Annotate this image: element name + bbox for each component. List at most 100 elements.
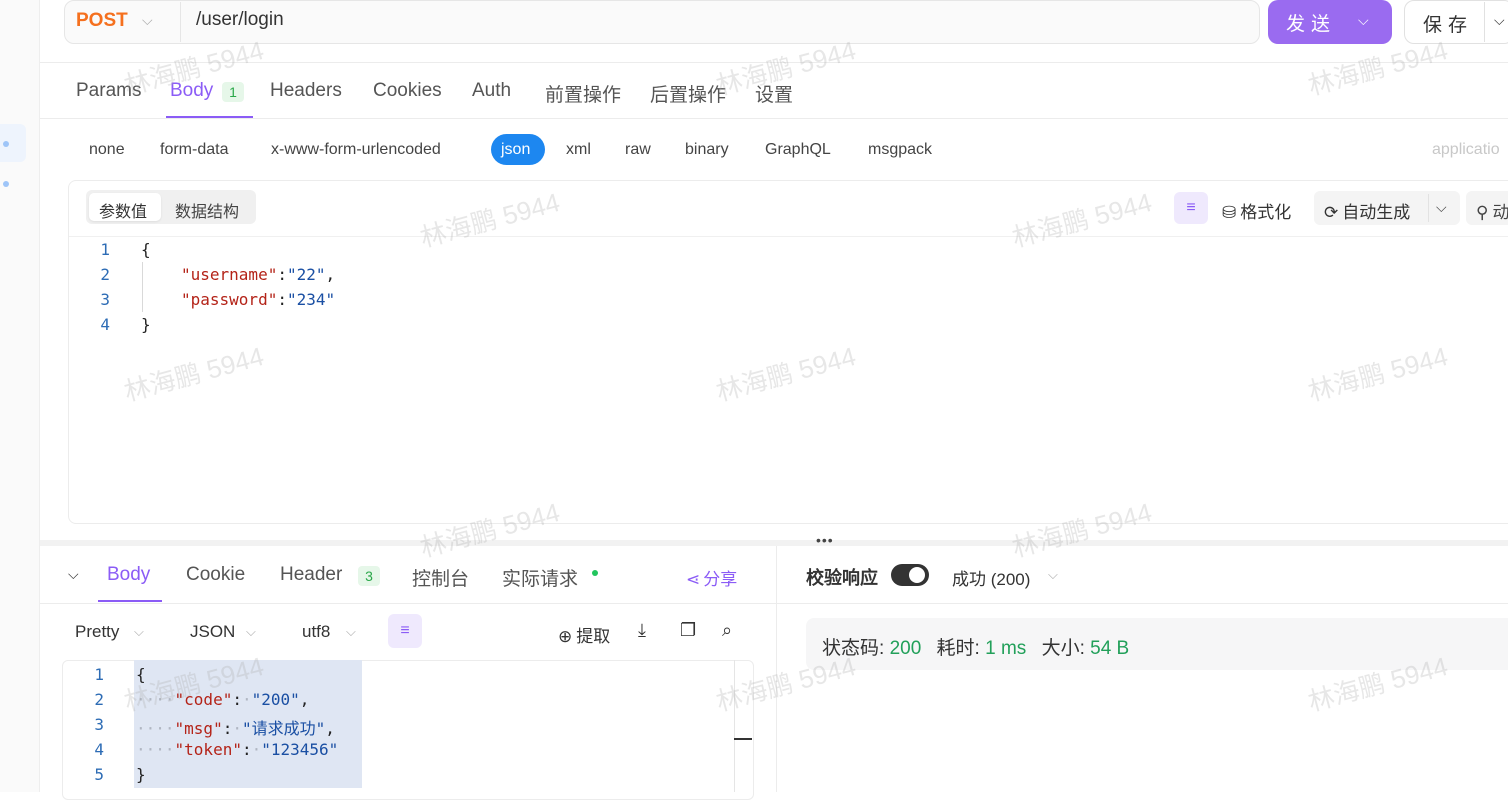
request-body-editor[interactable]: [68, 180, 1508, 524]
divider: [1484, 2, 1485, 42]
scrollbar[interactable]: [734, 660, 735, 792]
verify-result-select[interactable]: 成功 (200): [952, 565, 1030, 590]
wrap-lines-icon[interactable]: ≡: [388, 614, 422, 648]
chevron-down-icon[interactable]: ⌵: [1358, 12, 1369, 29]
method-select[interactable]: POST: [76, 10, 128, 32]
code-line: "password":"234": [181, 290, 336, 309]
json-value: "22": [286, 265, 326, 284]
upload-circle-icon: ⊕: [558, 627, 573, 646]
drag-handle-icon[interactable]: •••: [816, 532, 834, 548]
body-type-binary[interactable]: binary: [685, 141, 729, 159]
json-key: "username": [181, 265, 278, 284]
divider: [69, 236, 1508, 237]
json-key: "code": [174, 690, 233, 709]
header-count-badge: 3: [358, 566, 380, 586]
indent-guide: [142, 262, 143, 312]
dynamic-label: 动: [1492, 203, 1508, 222]
autogen-label: 自动生成: [1342, 203, 1411, 222]
size-value: 54 B: [1090, 638, 1130, 659]
chevron-down-icon[interactable]: ⌵: [1494, 12, 1505, 29]
tab-post-ops[interactable]: 后置操作: [650, 80, 726, 107]
panel-splitter[interactable]: [40, 540, 1508, 546]
response-tab-console[interactable]: 控制台: [412, 564, 469, 591]
toggle-knob[interactable]: [909, 567, 925, 583]
json-value: "请求成功": [241, 719, 326, 738]
send-button[interactable]: 发送: [1268, 0, 1392, 44]
body-type-form-data[interactable]: form-data: [160, 141, 228, 159]
response-tab-body[interactable]: Body: [107, 564, 150, 586]
code-line: ····"token":·"123456": [136, 740, 339, 759]
json-key: "password": [181, 290, 278, 309]
code-line: "username":"22",: [181, 265, 336, 284]
body-type-raw[interactable]: raw: [625, 141, 651, 159]
body-type-xml[interactable]: xml: [566, 141, 591, 159]
search-icon[interactable]: ⌕: [722, 620, 732, 641]
chevron-down-icon[interactable]: ⌵: [1436, 199, 1447, 216]
chevron-down-icon[interactable]: ⌵: [142, 12, 153, 29]
chevron-down-icon[interactable]: ⌵: [134, 624, 144, 640]
line-number: 4: [94, 740, 104, 759]
rail-dot-icon: [3, 141, 9, 147]
tab-headers[interactable]: Headers: [270, 80, 342, 102]
response-tab-header[interactable]: Header: [280, 564, 342, 586]
json-value: "200": [251, 690, 300, 709]
extract-button[interactable]: ⊕ 提取: [558, 622, 610, 647]
language-select[interactable]: JSON: [190, 622, 235, 642]
body-type-msgpack[interactable]: msgpack: [868, 141, 932, 159]
refresh-icon: ⟳: [1324, 203, 1339, 222]
segment-schema[interactable]: 数据结构: [175, 198, 239, 222]
body-type-urlencoded[interactable]: x-www-form-urlencoded: [271, 141, 441, 159]
encoding-select[interactable]: utf8: [302, 622, 330, 642]
chevron-down-icon[interactable]: ⌵: [346, 624, 356, 640]
divider: [777, 603, 1508, 604]
pretty-select[interactable]: Pretty: [75, 622, 119, 642]
save-button[interactable]: 保存: [1404, 0, 1508, 44]
response-tab-cookie[interactable]: Cookie: [186, 564, 245, 586]
share-button[interactable]: ⋖ 分享: [686, 565, 737, 590]
tab-params[interactable]: Params: [76, 80, 141, 102]
time-value: 1 ms: [985, 638, 1027, 659]
code-line: {: [141, 240, 151, 259]
vertical-splitter[interactable]: [776, 546, 777, 792]
scroll-position-marker[interactable]: [734, 738, 752, 740]
dynamic-value-button[interactable]: ⚲ 动: [1476, 198, 1508, 223]
autogen-button[interactable]: ⟳ 自动生成: [1324, 198, 1410, 223]
code-line: }: [141, 315, 151, 334]
code-line: }: [136, 765, 146, 784]
copy-icon[interactable]: ❐: [680, 620, 696, 641]
line-number: 1: [100, 240, 110, 259]
tab-pre-ops[interactable]: 前置操作: [545, 80, 621, 107]
chevron-down-icon[interactable]: ⌵: [1048, 567, 1058, 583]
body-type-none[interactable]: none: [89, 141, 125, 159]
response-tab-actual-request[interactable]: 实际请求: [502, 564, 578, 591]
json-key: "msg": [174, 719, 223, 738]
wrap-lines-icon[interactable]: ≡: [1174, 192, 1208, 224]
tab-settings[interactable]: 设置: [755, 80, 793, 107]
wand-icon: ⚲: [1476, 203, 1489, 222]
code-line: {: [136, 665, 146, 684]
tab-auth[interactable]: Auth: [472, 80, 511, 102]
content-type-label: applicatio: [1432, 141, 1500, 158]
format-button[interactable]: ⛁ 格式化: [1222, 198, 1291, 223]
tab-cookies[interactable]: Cookies: [373, 80, 442, 102]
segment-params[interactable]: 参数值: [99, 198, 147, 222]
json-key: "token": [174, 740, 242, 759]
download-icon[interactable]: ⤓: [638, 620, 646, 641]
code-line: ····"msg":·"请求成功",: [136, 719, 335, 738]
active-tab-indicator: [98, 600, 162, 602]
verify-response-label: 校验响应: [806, 568, 878, 588]
json-value: "123456": [261, 740, 339, 759]
left-rail: [0, 0, 40, 792]
status-code-value: 200: [889, 638, 922, 659]
tab-body[interactable]: Body: [170, 80, 213, 102]
body-type-graphql[interactable]: GraphQL: [765, 141, 831, 159]
share-label: 分享: [703, 570, 738, 589]
divider: [180, 2, 181, 42]
size-label: 大小:: [1041, 638, 1085, 659]
status-line: 状态码: 200 耗时: 1 ms 大小: 54 B: [822, 633, 1129, 660]
body-type-json[interactable]: json: [501, 141, 530, 159]
line-number: 1: [94, 665, 104, 684]
chevron-down-icon[interactable]: ⌵: [246, 624, 256, 640]
url-input[interactable]: /user/login: [196, 9, 284, 31]
chevron-down-icon[interactable]: ⌵: [68, 566, 79, 583]
